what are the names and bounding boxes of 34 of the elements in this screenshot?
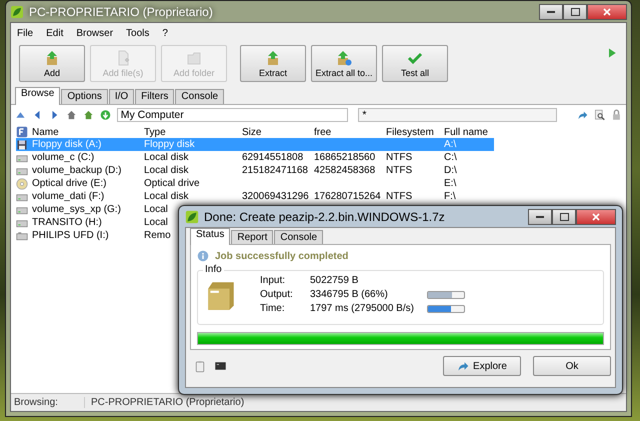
- table-cell: C:\: [444, 152, 457, 163]
- field-value: 5022759 B: [310, 275, 360, 286]
- table-cell: A:\: [444, 139, 456, 150]
- table-cell: Local: [144, 217, 168, 228]
- table-cell: NTFS: [386, 152, 412, 163]
- status-text: PC-PROPRIETARIO (Proprietario): [90, 397, 244, 408]
- table-cell: F:\: [444, 191, 456, 202]
- field-value: 1797 ms (2795000 B/s): [310, 303, 415, 314]
- table-cell: Floppy disk: [144, 139, 195, 150]
- status-message: Job successfully completed: [215, 250, 348, 262]
- table-cell: 16865218560: [314, 152, 376, 163]
- table-cell: NTFS: [386, 165, 412, 176]
- table-cell: E:\: [444, 178, 456, 189]
- table-cell: 62914551808: [242, 152, 304, 163]
- table-cell: Local disk: [144, 191, 188, 202]
- field-label: Output:: [260, 289, 294, 300]
- table-cell: Remo: [144, 230, 171, 241]
- window-title: PC-PROPRIETARIO (Proprietario): [29, 4, 213, 18]
- table-cell: 176280715264: [314, 191, 381, 202]
- table-cell: 320069431296: [242, 191, 309, 202]
- field-label: Input:: [260, 275, 286, 286]
- dialog-title: Done: Create peazip-2.2.bin.WINDOWS-1.7z: [204, 210, 445, 224]
- table-cell: NTFS: [386, 191, 412, 202]
- group-title: Info: [203, 264, 224, 275]
- table-cell: Optical drive: [144, 178, 200, 189]
- table-cell: Local disk: [144, 152, 188, 163]
- table-cell: Local disk: [144, 165, 188, 176]
- status-label: Browsing:: [11, 397, 85, 408]
- table-cell: Local: [144, 204, 168, 215]
- field-label: Time:: [260, 303, 286, 314]
- table-cell: D:\: [444, 165, 457, 176]
- field-value: 3346795 B (66%): [310, 289, 389, 300]
- table-cell: 42582458368: [314, 165, 376, 176]
- table-cell: 215182471168: [242, 165, 308, 176]
